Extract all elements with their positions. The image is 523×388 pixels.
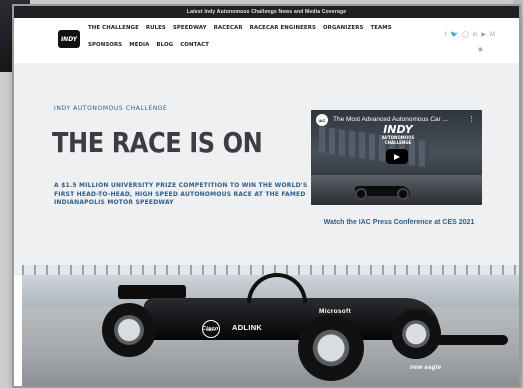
racecar-photo: INDY ADLINK Microsoft Cisco new eagle <box>22 265 519 386</box>
nav-teams[interactable]: TEAMS <box>370 25 391 31</box>
nav-contact[interactable]: CONTACT <box>180 42 209 48</box>
logo-text: INDY <box>60 35 78 43</box>
instagram-icon[interactable]: ◯ <box>462 32 469 38</box>
website-window: Latest Indy Autonomous Challenge News an… <box>14 6 519 386</box>
video-logo: INDY AUTONOMOUS CHALLENGE <box>379 124 417 150</box>
hero-eyebrow: INDY AUTONOMOUS CHALLENGE <box>54 105 168 112</box>
press-conference-link[interactable]: Watch the IAC Press Conference at CES 20… <box>314 219 484 226</box>
twitter-icon[interactable]: 🐦 <box>451 32 458 38</box>
video-logo-sub: AUTONOMOUS CHALLENGE <box>381 135 415 145</box>
medium-icon[interactable]: M <box>490 32 495 38</box>
nav-organizers[interactable]: ORGANIZERS <box>323 25 363 31</box>
video-title[interactable]: The Most Advanced Autonomous Car ... <box>333 116 473 123</box>
nav-sponsors[interactable]: SPONSORS <box>88 42 122 48</box>
nav-racecar[interactable]: RACECAR <box>214 25 243 31</box>
video-embed[interactable]: IAC The Most Advanced Autonomous Car ...… <box>311 110 482 205</box>
nav-blog[interactable]: BLOG <box>156 42 173 48</box>
hero-description: A $1.5 MILLION UNIVERSITY PRIZE COMPETIT… <box>54 182 308 206</box>
sponsor-microsoft: Microsoft <box>319 308 351 315</box>
linkedin-icon[interactable]: in <box>473 32 478 38</box>
facebook-icon[interactable]: f <box>445 32 447 38</box>
sponsor-cisco: Cisco <box>202 326 219 332</box>
nav-the-challenge[interactable]: THE CHALLENGE <box>88 25 139 31</box>
social-links: f 🐦 ◯ in ▶ M <box>445 32 495 38</box>
play-button[interactable] <box>386 149 408 164</box>
video-wheel-graphic <box>355 188 367 200</box>
rear-wing-graphic <box>118 285 186 299</box>
site-logo[interactable]: INDY <box>58 30 80 48</box>
nav-media[interactable]: MEDIA <box>129 42 149 48</box>
announcement-text[interactable]: Latest Indy Autonomous Challenge News an… <box>187 9 346 15</box>
nav-speedway[interactable]: SPEEDWAY <box>173 25 207 31</box>
nav-racecar-engineers[interactable]: RACECAR ENGINEERS <box>250 25 316 31</box>
main-navigation: THE CHALLENGE RULES SPEEDWAY RACECAR RAC… <box>88 25 428 48</box>
video-wheel-graphic <box>397 188 409 200</box>
front-tyre-graphic <box>298 315 364 381</box>
nav-rules[interactable]: RULES <box>146 25 166 31</box>
youtube-icon[interactable]: ▶ <box>481 32 486 38</box>
news-announcement-bar[interactable]: Latest Indy Autonomous Challenge News an… <box>14 6 519 18</box>
channel-avatar[interactable]: IAC <box>316 114 328 126</box>
site-header: INDY THE CHALLENGE RULES SPEEDWAY RACECA… <box>14 18 519 63</box>
more-options-icon[interactable]: ⋮ <box>468 115 475 123</box>
hero-section: INDY AUTONOMOUS CHALLENGE THE RACE IS ON… <box>14 63 519 276</box>
front-tyre-far-graphic <box>391 309 441 359</box>
rss-icon[interactable]: ◉ <box>478 46 483 53</box>
sponsor-adlink: ADLINK <box>232 323 263 332</box>
sponsor-new-eagle: new eagle <box>410 365 442 371</box>
rear-tyre-graphic <box>102 303 156 357</box>
hero-title: THE RACE IS ON <box>52 126 263 159</box>
